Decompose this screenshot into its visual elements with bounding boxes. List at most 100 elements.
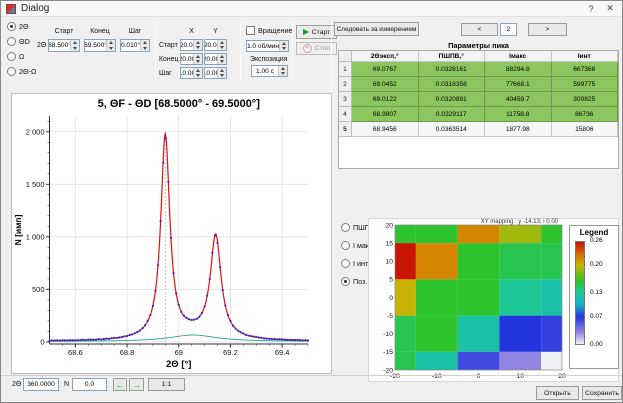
play-icon — [303, 29, 309, 35]
close-button[interactable]: ✕ — [601, 1, 619, 16]
svg-text:2Θ [°]: 2Θ [°] — [166, 359, 191, 370]
svg-text:5: 5 — [389, 277, 393, 284]
svg-text:0: 0 — [40, 337, 44, 346]
spinner-icon[interactable] — [217, 68, 226, 78]
separator — [155, 21, 156, 83]
theta-row-label: 2Θ — [37, 42, 46, 49]
legend-box: Legend 0.26 0.20 0.13 0.07 0.00 — [569, 225, 619, 369]
exposure-spinbox[interactable]: 1.00 с — [251, 65, 288, 77]
status-n-field[interactable]: 0.0 — [72, 378, 107, 391]
spinner-icon[interactable] — [217, 40, 226, 50]
map-radio-iint[interactable]: I инт — [341, 259, 368, 268]
status-n-label: N — [64, 381, 69, 388]
theta-start-spinbox[interactable]: 68.500° — [48, 39, 80, 52]
spinner-icon[interactable] — [193, 40, 202, 50]
spinner-icon[interactable] — [278, 66, 287, 76]
table-row[interactable]: 2 69.0452 0.0318358 77668.1 599775 — [339, 77, 618, 92]
xrd-chart[interactable]: 68.668.86969.269.405001 0001 5002 0005, … — [12, 94, 331, 373]
mode-radio-thetad[interactable]: ΘD — [7, 37, 30, 46]
left-arrow-icon: ← — [116, 380, 125, 390]
svg-text:15: 15 — [385, 240, 393, 247]
separator — [292, 21, 293, 83]
help-button[interactable]: ? — [582, 1, 600, 16]
spinner-icon[interactable] — [70, 40, 79, 51]
xy-end-label: Конец — [159, 56, 178, 63]
xy-map-panel[interactable]: XY mapping : y -14.13; i 0.00 -20-100102… — [368, 218, 619, 382]
svg-text:5, ΘF - ΘD [68.5000° - 69.5000: 5, ΘF - ΘD [68.5000° - 69.5000°] — [98, 98, 261, 110]
rotation-checkbox[interactable]: Вращение — [246, 26, 293, 35]
svg-text:500: 500 — [32, 285, 45, 294]
col-fwhm: ПШПВ,° — [419, 51, 486, 62]
open-button[interactable]: Открыть — [536, 386, 579, 400]
svg-text:69.4: 69.4 — [275, 348, 290, 357]
y-end-spinbox[interactable]: 20.00 — [204, 53, 227, 65]
spinner-icon[interactable] — [140, 40, 149, 51]
dialog-window: Dialog ? ✕ 2Θ ΘD Ω 2Θ-Ω Старт Конец Шаг … — [0, 0, 623, 403]
mode-radio-2theta[interactable]: 2Θ — [7, 22, 29, 31]
rotation-speed-spinbox[interactable]: 1.0 об/мин — [246, 40, 289, 52]
svg-text:69: 69 — [175, 348, 183, 357]
radio-dot-icon — [341, 223, 350, 232]
next-peak-button[interactable]: > — [528, 23, 567, 36]
y-step-spinbox[interactable]: 10.00 — [204, 67, 227, 79]
svg-text:0: 0 — [389, 295, 393, 302]
x-step-spinbox[interactable]: 10.00 — [180, 67, 203, 79]
table-header-row: 2Θэксп,° ПШПВ,° Iмакс Iинт — [339, 51, 618, 62]
start-header: Старт — [48, 28, 80, 35]
table-row-selected[interactable]: 5 68.9456 0.0363514 1877.98 15806 — [339, 122, 618, 137]
scroll-left-button[interactable]: ← — [113, 378, 127, 391]
exposure-label: Экспозиция — [250, 56, 288, 63]
radio-dot-icon — [7, 37, 16, 46]
svg-text:-15: -15 — [383, 349, 393, 356]
radio-dot-icon — [7, 52, 16, 61]
titlebar: Dialog — [1, 1, 622, 17]
y-header: Y — [204, 28, 227, 35]
scroll-right-button[interactable]: → — [129, 378, 144, 391]
prev-peak-button[interactable]: < — [461, 23, 498, 36]
separator — [1, 375, 622, 376]
col-iint: Iинт — [552, 51, 619, 62]
table-row[interactable]: 4 68.9807 0.0329117 11758.8 86736 — [339, 107, 618, 122]
follow-measurement-button[interactable]: Следовать за измерением — [334, 22, 419, 36]
window-title: Dialog — [21, 3, 49, 14]
theta-step-spinbox[interactable]: 0.010° — [120, 39, 150, 52]
zoom-1to1-button[interactable]: 1:1 — [148, 378, 185, 391]
spinner-icon[interactable] — [106, 40, 115, 51]
save-button[interactable]: Сохранить — [582, 386, 622, 400]
spinner-icon[interactable] — [193, 68, 202, 78]
col-2theta: 2Θэксп,° — [352, 51, 419, 62]
svg-text:10: 10 — [385, 259, 393, 266]
svg-text:68.6: 68.6 — [68, 348, 83, 357]
mode-radio-2theta-omega[interactable]: 2Θ-Ω — [7, 67, 36, 76]
spinner-icon[interactable] — [193, 54, 202, 64]
legend-title: Legend — [570, 228, 618, 237]
radio-dot-icon — [7, 67, 16, 76]
stop-icon: ✕ — [303, 44, 312, 53]
mode-radio-omega[interactable]: Ω — [7, 52, 24, 61]
xrd-chart-panel[interactable]: 68.668.86969.269.405001 0001 5002 0005, … — [11, 93, 332, 374]
legend-colorbar — [575, 241, 585, 345]
map-overlay-readout: XY mapping : y -14.13; i 0.00 — [481, 219, 558, 225]
end-header: Конец — [84, 28, 116, 35]
x-start-spinbox[interactable]: -20.00 — [180, 39, 203, 51]
xy-start-label: Старт — [159, 42, 178, 49]
peak-table-title: Параметры пика — [338, 41, 619, 50]
y-start-spinbox[interactable]: -20.00 — [204, 39, 227, 51]
theta-end-spinbox[interactable]: 69.500° — [84, 39, 116, 52]
svg-text:-5: -5 — [387, 313, 393, 320]
radio-dot-icon — [341, 259, 350, 268]
svg-text:68.8: 68.8 — [120, 348, 135, 357]
table-row[interactable]: 3 69.0122 0.0320891 40459.7 300825 — [339, 92, 618, 107]
xy-step-label: Шаг — [159, 70, 172, 77]
status-theta-field[interactable]: 360.0000 — [23, 378, 59, 391]
spinner-icon[interactable] — [279, 41, 288, 51]
checkbox-icon — [246, 26, 255, 35]
peak-index-input[interactable]: 2 — [500, 23, 517, 36]
svg-text:2 000: 2 000 — [26, 127, 45, 136]
x-end-spinbox[interactable]: 20.00 — [180, 53, 203, 65]
x-header: X — [180, 28, 203, 35]
svg-text:69.2: 69.2 — [223, 348, 238, 357]
spinner-icon[interactable] — [217, 54, 226, 64]
table-row[interactable]: 1 69.0767 0.0328161 88294.8 667368 — [339, 62, 618, 77]
status-theta-label: 2Θ — [12, 381, 21, 388]
